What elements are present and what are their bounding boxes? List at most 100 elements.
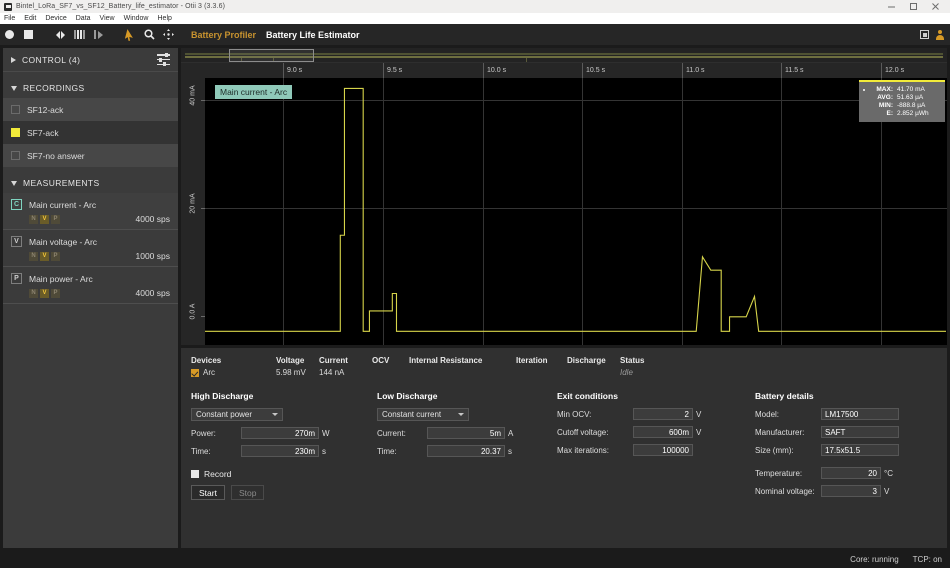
flag-p[interactable]: P	[51, 215, 60, 224]
battery-size-input[interactable]: 17.5x51.5	[821, 444, 899, 456]
min-ocv-input[interactable]: 2	[633, 408, 693, 420]
menu-item-help[interactable]: Help	[158, 15, 172, 22]
cutoff-voltage-input[interactable]: 600m	[633, 426, 693, 438]
record-circle-icon[interactable]	[0, 24, 19, 45]
step-arrows-icon[interactable]	[51, 24, 70, 45]
bars-icon[interactable]	[70, 24, 89, 45]
input-value: 100000	[662, 446, 689, 455]
high-discharge-time-input[interactable]: 230m	[241, 445, 319, 457]
menu-item-device[interactable]: Device	[45, 15, 66, 22]
flag-v[interactable]: V	[40, 252, 49, 261]
color-swatch[interactable]	[11, 128, 20, 137]
battery-nominal-voltage-unit: V	[884, 487, 889, 496]
measurement-item-main-current[interactable]: C Main current - Arc N V P 4000 sps	[3, 193, 178, 230]
cutoff-voltage-row: Cutoff voltage: 600m V	[557, 426, 755, 438]
sliders-icon[interactable]	[157, 54, 170, 65]
nvp-flags[interactable]: N V P	[29, 289, 60, 298]
start-button[interactable]: Start	[191, 485, 225, 500]
chart-series-label[interactable]: Main current - Arc	[215, 85, 292, 99]
max-iterations-input[interactable]: 100000	[633, 444, 693, 456]
x-tick: 9.5 s	[383, 63, 402, 78]
chart-plot-row: 40 mA 20 mA 0.0 A	[181, 78, 947, 345]
flag-v[interactable]: V	[40, 289, 49, 298]
sidebar-control-section[interactable]: CONTROL (4)	[3, 48, 178, 72]
y-tick-label: 0.0 A	[190, 304, 197, 320]
y-tick: 0.0 A	[181, 308, 205, 315]
table-row[interactable]: Arc 5.98 mV 144 nA Idle	[191, 368, 937, 377]
input-value: 17.5x51.5	[825, 446, 860, 455]
tab-battery-profiler[interactable]: Battery Profiler	[191, 30, 256, 40]
menu-item-file[interactable]: File	[4, 15, 15, 22]
pointer-icon[interactable]	[121, 24, 140, 45]
min-ocv-unit: V	[696, 410, 701, 419]
close-icon[interactable]	[924, 0, 946, 13]
sidebar-measurements-header[interactable]: MEASUREMENTS	[3, 173, 178, 193]
flag-p[interactable]: P	[51, 252, 60, 261]
chart-plot-area[interactable]: Main current - Arc MAX: 41.70 mA	[205, 78, 947, 345]
magnifier-icon[interactable]	[140, 24, 159, 45]
cell-device[interactable]: Arc	[191, 368, 276, 377]
low-discharge-current-input[interactable]: 5m	[427, 427, 505, 439]
low-discharge-current-unit: A	[508, 429, 513, 438]
menu-item-view[interactable]: View	[100, 15, 115, 22]
flag-n[interactable]: N	[29, 215, 38, 224]
flag-v[interactable]: V	[40, 215, 49, 224]
app-icon	[4, 3, 12, 11]
battery-temperature-row: Temperature: 20 °C	[755, 467, 937, 479]
stats-row: MAX: 41.70 mA	[863, 86, 941, 93]
measurement-name: Main voltage - Arc	[29, 237, 97, 247]
battery-manufacturer-label: Manufacturer:	[755, 428, 821, 437]
toolbar-navigate-group	[51, 24, 108, 45]
low-discharge-time-input[interactable]: 20.37	[427, 445, 505, 457]
low-discharge-mode-select[interactable]: Constant current	[377, 408, 469, 421]
chart-navigator[interactable]	[181, 48, 947, 63]
navigator-selection-handle[interactable]	[229, 49, 314, 62]
flag-n[interactable]: N	[29, 289, 38, 298]
nvp-flags[interactable]: N V P	[29, 215, 60, 224]
record-checkbox[interactable]: Record	[191, 469, 264, 479]
sample-rate: 4000 sps	[136, 214, 171, 224]
bar-play-icon[interactable]	[89, 24, 108, 45]
user-avatar-icon[interactable]	[935, 30, 945, 40]
tab-battery-life-estimator[interactable]: Battery Life Estimator	[266, 30, 360, 40]
recording-item-sf7-ack[interactable]: SF7-ack	[3, 121, 178, 144]
flag-n[interactable]: N	[29, 252, 38, 261]
nvp-flags[interactable]: N V P	[29, 252, 60, 261]
device-name: Arc	[203, 368, 215, 377]
measurement-item-main-voltage[interactable]: V Main voltage - Arc N V P 1000 sps	[3, 230, 178, 267]
devices-table-header: Devices Voltage Current OCV Internal Res…	[191, 356, 937, 365]
battery-manufacturer-input[interactable]: SAFT	[821, 426, 899, 438]
panel-toggle-icon[interactable]	[920, 30, 929, 39]
max-iterations-label: Max iterations:	[557, 446, 633, 455]
toolbar-tools-group	[121, 24, 178, 45]
menu-item-data[interactable]: Data	[76, 15, 91, 22]
pan-icon[interactable]	[159, 24, 178, 45]
stop-button[interactable]: Stop	[231, 485, 265, 500]
x-tick-label: 11.0 s	[686, 67, 705, 74]
measurement-meta-row: N V P 4000 sps	[11, 288, 170, 298]
stat-value: 51.63 µA	[897, 94, 941, 101]
color-swatch[interactable]	[11, 151, 20, 160]
battery-model-input[interactable]: LM17500	[821, 408, 899, 420]
stop-square-icon[interactable]	[19, 24, 38, 45]
high-discharge-mode-select[interactable]: Constant power	[191, 408, 283, 421]
device-checkbox[interactable]	[191, 369, 199, 377]
stat-key: MAX:	[876, 86, 893, 93]
recording-item-sf7-no-answer[interactable]: SF7-no answer	[3, 144, 178, 167]
recording-item-sf12-ack[interactable]: SF12-ack	[3, 98, 178, 121]
battery-nominal-voltage-input[interactable]: 3	[821, 485, 881, 497]
color-swatch[interactable]	[11, 105, 20, 114]
flag-p[interactable]: P	[51, 289, 60, 298]
high-discharge-power-input[interactable]: 270m	[241, 427, 319, 439]
input-value: 20.37	[481, 447, 501, 456]
minimize-icon[interactable]	[880, 0, 902, 13]
battery-nominal-voltage-row: Nominal voltage: 3 V	[755, 485, 937, 497]
menu-item-window[interactable]: Window	[124, 15, 149, 22]
menu-item-edit[interactable]: Edit	[24, 15, 36, 22]
measurement-item-main-power[interactable]: P Main power - Arc N V P 4000 sps	[3, 267, 178, 304]
maximize-icon[interactable]	[902, 0, 924, 13]
low-discharge-header: Low Discharge	[377, 391, 557, 401]
battery-temperature-input[interactable]: 20	[821, 467, 881, 479]
sidebar-recordings-header[interactable]: RECORDINGS	[3, 78, 178, 98]
recording-name: SF7-ack	[27, 128, 59, 138]
